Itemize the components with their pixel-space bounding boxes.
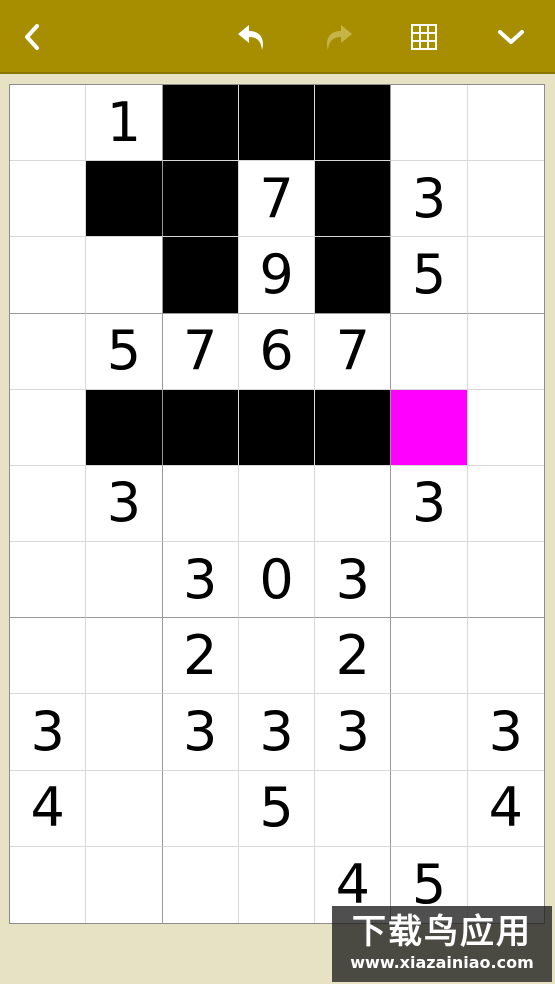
empty-cell[interactable] [162, 465, 239, 543]
grid-button[interactable] [394, 0, 454, 74]
black-cell[interactable] [86, 161, 163, 238]
watermark: 下载鸟应用 www.xiazainiao.com [332, 906, 552, 982]
number-cell[interactable]: 4 [467, 771, 544, 847]
number-cell[interactable]: 7 [315, 313, 392, 390]
number-cell[interactable]: 2 [162, 618, 239, 695]
black-cell[interactable] [315, 161, 392, 238]
watermark-url: www.xiazainiao.com [350, 953, 534, 972]
empty-cell[interactable] [467, 237, 544, 314]
black-cell[interactable] [162, 389, 239, 466]
puzzle-grid: 17395576733303223333345445 [10, 85, 544, 923]
number-cell[interactable]: 3 [162, 542, 239, 619]
number-cell[interactable]: 5 [86, 313, 163, 390]
number-cell[interactable]: 3 [86, 465, 163, 543]
empty-cell[interactable] [163, 846, 239, 923]
back-button[interactable] [2, 0, 62, 74]
empty-cell[interactable] [467, 314, 544, 390]
empty-cell[interactable] [391, 313, 468, 390]
empty-cell[interactable] [467, 390, 544, 466]
number-cell[interactable]: 3 [10, 694, 87, 771]
empty-cell[interactable] [467, 466, 544, 543]
empty-cell[interactable] [467, 542, 544, 619]
empty-cell[interactable] [467, 618, 544, 695]
number-cell[interactable]: 0 [238, 542, 316, 619]
selected-cell[interactable] [391, 389, 468, 466]
number-cell[interactable]: 5 [391, 237, 468, 314]
empty-cell[interactable] [315, 770, 392, 847]
back-arrow-icon [25, 24, 39, 50]
number-cell[interactable]: 4 [10, 770, 87, 847]
empty-cell[interactable] [10, 161, 87, 238]
empty-cell[interactable] [10, 389, 87, 466]
empty-cell[interactable] [86, 770, 163, 847]
number-cell[interactable]: 3 [315, 542, 392, 619]
number-cell[interactable]: 1 [86, 85, 163, 162]
number-cell[interactable]: 3 [238, 694, 316, 771]
number-cell[interactable]: 3 [391, 161, 468, 238]
number-cell[interactable]: 2 [315, 618, 392, 695]
black-cell[interactable] [162, 237, 239, 314]
empty-cell[interactable] [239, 846, 316, 923]
number-cell[interactable]: 5 [238, 770, 316, 847]
empty-cell[interactable] [86, 846, 163, 923]
empty-cell[interactable] [86, 237, 163, 314]
empty-cell[interactable] [86, 542, 163, 619]
number-cell[interactable]: 3 [162, 694, 239, 771]
chevron-down-icon [498, 30, 524, 44]
black-cell[interactable] [238, 85, 316, 162]
number-cell[interactable]: 3 [467, 694, 544, 771]
empty-cell[interactable] [391, 542, 468, 619]
number-cell[interactable]: 7 [162, 313, 239, 390]
empty-cell[interactable] [10, 542, 87, 619]
menu-dropdown-button[interactable] [481, 0, 541, 74]
empty-cell[interactable] [238, 465, 316, 543]
undo-button[interactable] [222, 0, 282, 74]
black-cell[interactable] [162, 161, 239, 238]
empty-cell[interactable] [10, 313, 87, 390]
black-cell[interactable] [315, 389, 392, 466]
grid-icon [411, 24, 437, 50]
empty-cell[interactable] [10, 237, 87, 314]
empty-cell[interactable] [467, 161, 544, 238]
empty-cell[interactable] [10, 618, 87, 695]
empty-cell[interactable] [238, 618, 316, 695]
redo-button[interactable] [308, 0, 368, 74]
black-cell[interactable] [315, 85, 392, 162]
number-cell[interactable]: 6 [238, 313, 316, 390]
redo-icon [327, 25, 352, 50]
black-cell[interactable] [315, 237, 392, 314]
empty-cell[interactable] [467, 85, 544, 162]
empty-cell[interactable] [391, 85, 468, 162]
black-cell[interactable] [162, 85, 239, 162]
number-cell[interactable]: 9 [238, 237, 316, 314]
empty-cell[interactable] [10, 465, 87, 543]
top-toolbar [0, 0, 555, 74]
empty-cell[interactable] [162, 770, 239, 847]
black-cell[interactable] [238, 389, 316, 466]
puzzle-board: 17395576733303223333345445 [9, 84, 545, 924]
black-cell[interactable] [86, 389, 163, 466]
empty-cell[interactable] [391, 694, 468, 771]
empty-cell[interactable] [86, 618, 163, 695]
number-cell[interactable]: 7 [238, 161, 316, 238]
undo-icon [238, 25, 263, 50]
empty-cell[interactable] [391, 770, 468, 847]
empty-cell[interactable] [391, 618, 468, 695]
empty-cell[interactable] [10, 85, 87, 162]
number-cell[interactable]: 3 [315, 694, 392, 771]
number-cell[interactable]: 3 [391, 465, 468, 543]
empty-cell[interactable] [315, 465, 392, 543]
empty-cell[interactable] [10, 846, 87, 923]
watermark-title: 下载鸟应用 [352, 912, 532, 952]
empty-cell[interactable] [86, 694, 163, 771]
